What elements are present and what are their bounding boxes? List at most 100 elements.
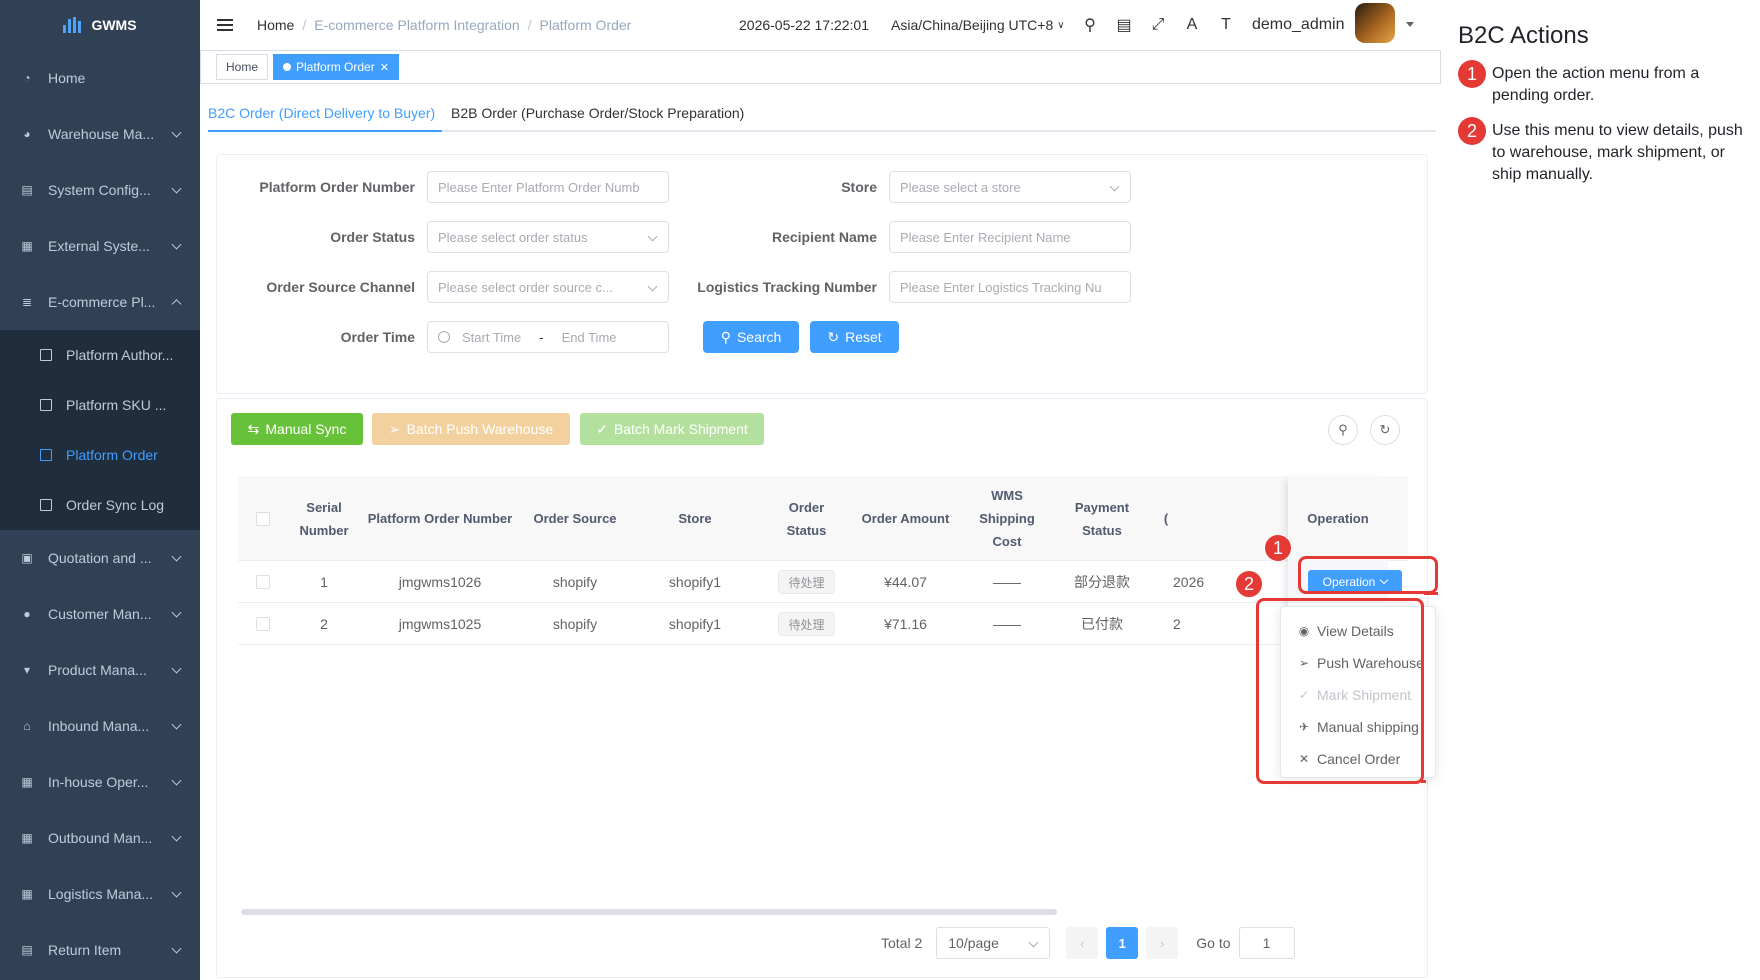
search-icon: ⚲ <box>1338 422 1348 437</box>
page-number-current[interactable]: 1 <box>1106 927 1139 959</box>
highlight-operation-button <box>1298 556 1438 594</box>
chevron-down-icon <box>171 887 182 898</box>
horizontal-scrollbar[interactable] <box>241 909 1057 915</box>
font-size-icon[interactable]: T <box>1216 15 1236 35</box>
batch-mark-shipment-button[interactable]: ✓ Batch Mark Shipment <box>580 413 764 445</box>
sidebar-item-order-sync-log[interactable]: Order Sync Log <box>0 480 200 530</box>
order-time-label: Order Time <box>340 329 415 345</box>
tab-b2c[interactable]: B2C Order (Direct Delivery to Buyer) <box>208 105 435 121</box>
status-badge: 待处理 <box>778 612 835 636</box>
platform-order-number-input[interactable]: Please Enter Platform Order Numb <box>427 171 669 203</box>
chevron-down-icon <box>647 231 658 242</box>
sidebar-item-external-systems[interactable]: ▦ External Syste... <box>0 218 200 274</box>
step-item: 1 Open the action menu from a pending or… <box>1458 60 1758 107</box>
col-store: Store <box>678 511 712 526</box>
reset-button[interactable]: ↻ Reset <box>810 321 899 353</box>
sidebar-item-ecommerce[interactable]: ≣ E-commerce Pl... <box>0 274 200 330</box>
order-source-channel-select[interactable]: Please select order source c... <box>427 271 669 303</box>
refresh-button[interactable]: ↻ <box>1370 415 1400 445</box>
cell-payment-status: 已付款 <box>1081 616 1123 632</box>
sidebar-item-customer[interactable]: ● Customer Man... <box>0 586 200 642</box>
breadcrumb-separator: / <box>302 17 307 33</box>
select-all-checkbox[interactable] <box>256 511 270 526</box>
manual-sync-button[interactable]: ⇆ Manual Sync <box>231 413 363 445</box>
avatar[interactable] <box>1355 3 1395 43</box>
tag-home[interactable]: Home <box>216 54 269 80</box>
goto-label: Go to <box>1196 935 1231 951</box>
step-text: Use this menu to view details, push to w… <box>1492 122 1743 183</box>
chevron-down-icon <box>1109 181 1120 192</box>
sidebar-item-inhouse[interactable]: ▦ In-house Oper... <box>0 754 200 810</box>
clock-display: 2026-05-22 17:22:01 <box>739 17 869 33</box>
panel-title: B2C Actions <box>1458 22 1589 49</box>
sku-icon <box>40 399 52 411</box>
sidebar-item-home[interactable]: ◔ Home <box>0 50 200 106</box>
cell-order-source: shopify <box>552 574 598 590</box>
fullscreen-icon[interactable]: ⤢ <box>1148 15 1168 35</box>
breadcrumb-ecommerce: E-commerce Platform Integration <box>314 17 520 33</box>
search-icon[interactable]: ⚲ <box>1080 15 1100 35</box>
caret-down-icon[interactable] <box>1406 22 1414 27</box>
search-button[interactable]: ⚲ Search <box>703 321 799 353</box>
tab-b2b[interactable]: B2B Order (Purchase Order/Stock Preparat… <box>451 105 744 121</box>
orders-table-card: ⇆ Manual Sync ➢ Batch Push Warehouse ✓ Batc… <box>216 398 1428 978</box>
annotation-badge-2: 2 <box>1235 570 1263 598</box>
table-row: 2 jmgwms1025 shopify shopify1 待处理 ¥71.16… <box>238 603 1408 645</box>
page-size-select[interactable]: 10/page <box>936 927 1051 959</box>
sidebar-item-platform-order[interactable]: Platform Order <box>0 430 200 480</box>
sidebar-item-warehouse[interactable]: ◕ Warehouse Ma... <box>0 106 200 162</box>
highlight-connector <box>1421 780 1426 783</box>
timezone-select[interactable]: Asia/China/Beijing UTC+8 ∨ <box>891 17 1065 33</box>
step-text: Open the action menu from a pending orde… <box>1492 65 1700 104</box>
auth-icon <box>40 349 52 361</box>
log-icon <box>40 499 52 511</box>
row-checkbox[interactable] <box>256 575 270 589</box>
logistics-tracking-input[interactable]: Please Enter Logistics Tracking Nu <box>889 271 1131 303</box>
prev-page-button[interactable]: ‹ <box>1066 927 1099 959</box>
quotation-icon: ▣ <box>21 551 33 565</box>
end-time-input[interactable]: End Time <box>562 330 617 345</box>
translate-icon[interactable]: A <box>1182 15 1202 35</box>
goto-page-input[interactable]: 1 <box>1238 927 1295 959</box>
username[interactable]: demo_admin <box>1252 16 1345 34</box>
sidebar-item-quotation[interactable]: ▣ Quotation and ... <box>0 530 200 586</box>
col-operation: Operation <box>1307 511 1369 526</box>
store-select[interactable]: Please select a store <box>889 171 1131 203</box>
return-icon: ▤ <box>21 943 33 957</box>
order-status-select[interactable]: Please select order status <box>427 221 669 253</box>
sidebar-item-system-config[interactable]: ▤ System Config... <box>0 162 200 218</box>
cell-order-number: jmgwms1025 <box>398 616 482 632</box>
sidebar-item-logistics[interactable]: ▦ Logistics Mana... <box>0 866 200 922</box>
sidebar-item-inbound[interactable]: ⌂ Inbound Mana... <box>0 698 200 754</box>
batch-push-warehouse-button[interactable]: ➢ Batch Push Warehouse <box>372 413 570 445</box>
header-tools: ⚲ ▤ ⤢ A T <box>1080 15 1236 35</box>
next-page-button[interactable]: › <box>1146 927 1179 959</box>
hamburger-icon[interactable] <box>217 19 233 31</box>
highlight-dropdown-menu <box>1256 598 1424 784</box>
tag-platform-order[interactable]: Platform Order ✕ <box>273 54 399 80</box>
breadcrumb-current: Platform Order <box>539 17 632 33</box>
sidebar-item-platform-auth[interactable]: Platform Author... <box>0 330 200 380</box>
cell-order-source: shopify <box>552 616 598 632</box>
logistics-tracking-label: Logistics Tracking Number <box>697 279 877 295</box>
start-time-input[interactable]: Start Time <box>462 330 521 345</box>
col-platform-order-number: Platform Order Number <box>367 511 513 526</box>
chevron-down-icon <box>171 719 182 730</box>
sidebar-item-product[interactable]: ▾ Product Mana... <box>0 642 200 698</box>
sidebar-item-platform-sku[interactable]: Platform SKU ... <box>0 380 200 430</box>
cell-serial: 2 <box>320 616 328 632</box>
order-time-range[interactable]: Start Time - End Time <box>427 321 669 353</box>
row-checkbox[interactable] <box>256 617 270 631</box>
cell-order-amount: ¥44.07 <box>884 574 927 590</box>
close-icon[interactable]: ✕ <box>380 61 389 74</box>
user-icon: ● <box>23 607 31 621</box>
recipient-name-input[interactable]: Please Enter Recipient Name <box>889 221 1131 253</box>
sidebar-item-outbound[interactable]: ▦ Outbound Man... <box>0 810 200 866</box>
tags-view: Home Platform Order ✕ <box>200 50 1441 84</box>
breadcrumb-home[interactable]: Home <box>257 17 294 33</box>
sidebar-item-return[interactable]: ▤ Return Item <box>0 922 200 978</box>
toggle-search-button[interactable]: ⚲ <box>1328 415 1358 445</box>
message-icon[interactable]: ▤ <box>1114 15 1134 35</box>
chevron-down-icon <box>171 943 182 954</box>
cell-payment-status: 部分退款 <box>1074 574 1130 590</box>
